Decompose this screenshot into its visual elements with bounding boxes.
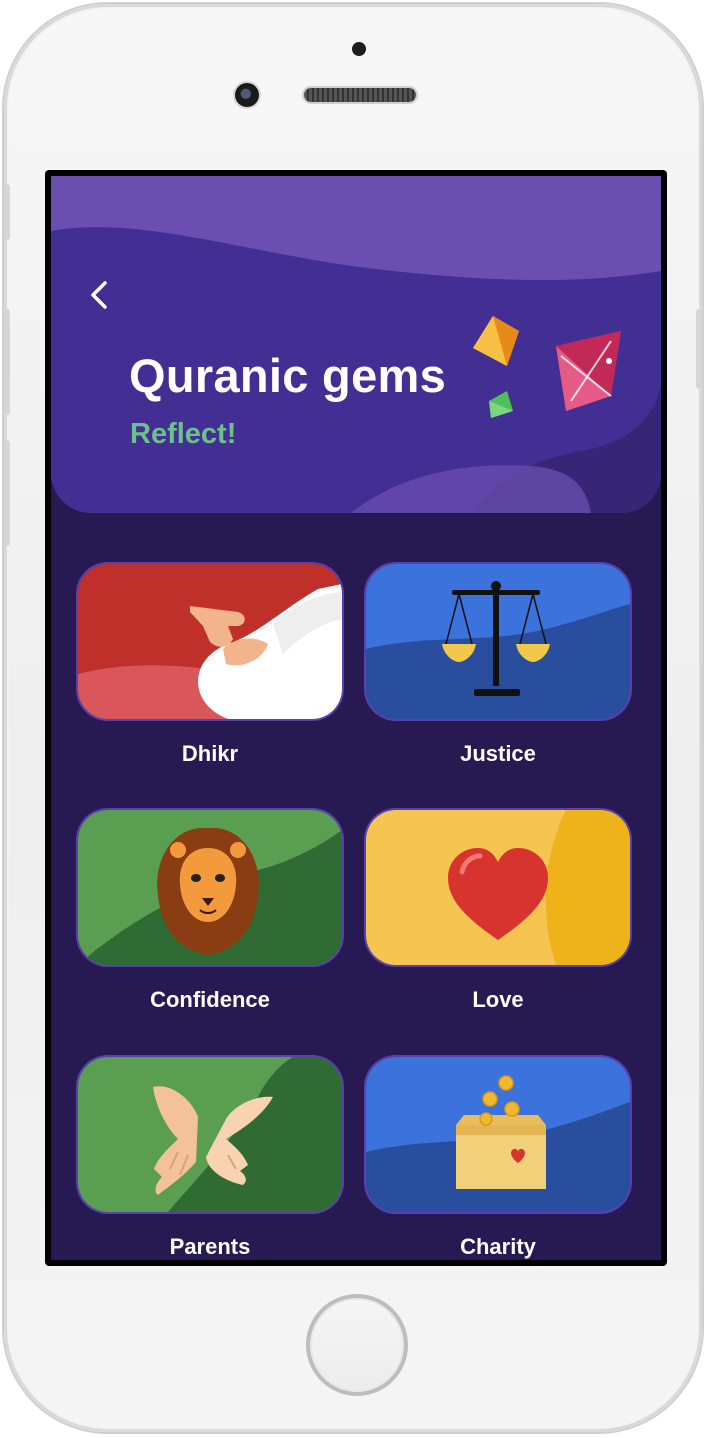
sensor-dot: [352, 42, 366, 56]
category-label-confidence: Confidence: [150, 987, 270, 1012]
parents-illustration: [78, 1057, 342, 1212]
heart-icon: [366, 810, 630, 965]
volume-up-button: [4, 309, 10, 415]
category-label-dhikr: Dhikr: [181, 741, 239, 766]
home-button[interactable]: [306, 1294, 408, 1396]
justice-illustration: [366, 564, 630, 719]
love-illustration: [366, 810, 630, 965]
category-label-love: Love: [472, 987, 524, 1012]
category-label-charity: Charity: [460, 1234, 536, 1259]
screen: Quranic gems Reflect! Dhikr Justice Conf…: [45, 170, 667, 1266]
category-label-parents: Parents: [169, 1234, 251, 1259]
front-camera: [235, 83, 259, 107]
category-card-justice[interactable]: Justice: [366, 564, 630, 767]
confidence-illustration: [78, 810, 342, 965]
category-card-love[interactable]: Love: [366, 810, 630, 1013]
header-banner: Quranic gems Reflect!: [51, 176, 661, 513]
chevron-left-icon: [91, 281, 107, 309]
page-title: Quranic gems: [129, 349, 447, 402]
scales-icon: [366, 564, 630, 719]
category-card-confidence[interactable]: Confidence: [78, 810, 342, 1013]
charity-illustration: [366, 1057, 630, 1212]
mute-switch: [4, 184, 10, 240]
lion-icon: [78, 810, 342, 965]
app-view: Quranic gems Reflect! Dhikr Justice Conf…: [51, 176, 661, 1260]
category-label-justice: Justice: [460, 741, 536, 766]
category-card-parents[interactable]: Parents: [78, 1057, 342, 1260]
earpiece-speaker: [304, 88, 416, 102]
pointing-finger-icon: [78, 564, 342, 719]
dhikr-illustration: [78, 564, 342, 719]
page-subtitle: Reflect!: [130, 418, 237, 450]
hands-icon: [78, 1057, 342, 1212]
back-button[interactable]: [79, 274, 119, 314]
volume-down-button: [4, 440, 10, 546]
power-button: [696, 309, 702, 389]
donation-box-icon: [366, 1057, 630, 1212]
category-card-charity[interactable]: Charity: [366, 1057, 630, 1260]
category-card-dhikr[interactable]: Dhikr: [78, 564, 342, 767]
gems-icon: [473, 316, 621, 418]
